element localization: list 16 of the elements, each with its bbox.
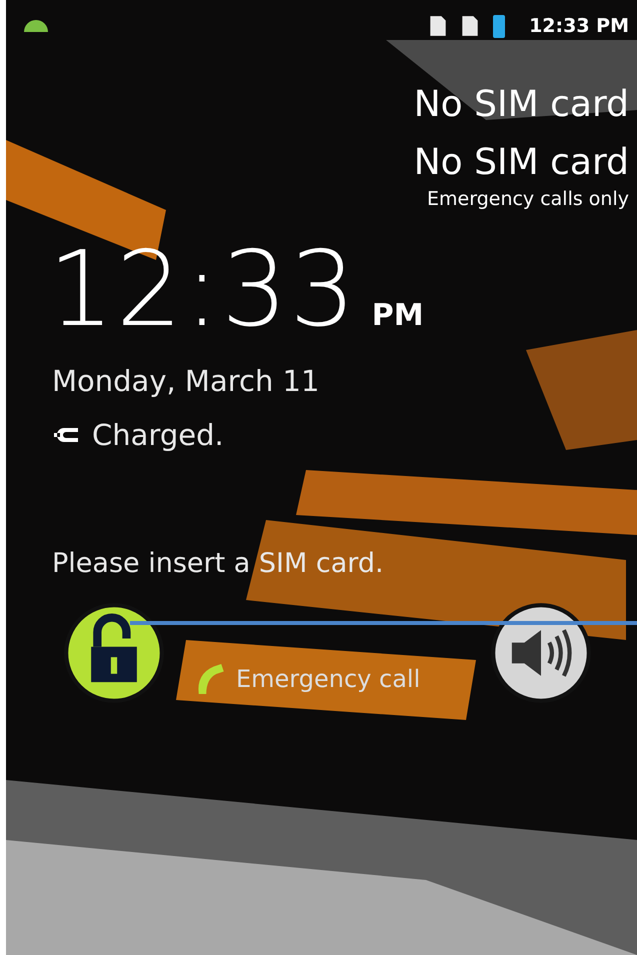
clock-ampm: PM bbox=[372, 298, 424, 333]
sim-message: Please insert a SIM card. bbox=[51, 548, 385, 579]
clock-time: 12:33 bbox=[48, 227, 358, 352]
phone-icon bbox=[196, 664, 224, 694]
android-icon bbox=[24, 20, 48, 32]
speaker-icon[interactable] bbox=[489, 601, 593, 705]
sim-card-icon bbox=[429, 15, 448, 37]
network-status: Emergency calls only bbox=[427, 188, 629, 210]
status-time: 12:33 PM bbox=[529, 15, 629, 37]
battery-status: Charged. bbox=[92, 418, 224, 452]
date-label: Monday, March 11 bbox=[51, 364, 320, 398]
carrier-label: No SIM card bbox=[414, 83, 629, 127]
sim-card-icon bbox=[461, 15, 480, 37]
carrier-label: No SIM card bbox=[414, 141, 629, 185]
battery-icon bbox=[493, 13, 506, 39]
unlock-icon[interactable] bbox=[62, 601, 166, 705]
